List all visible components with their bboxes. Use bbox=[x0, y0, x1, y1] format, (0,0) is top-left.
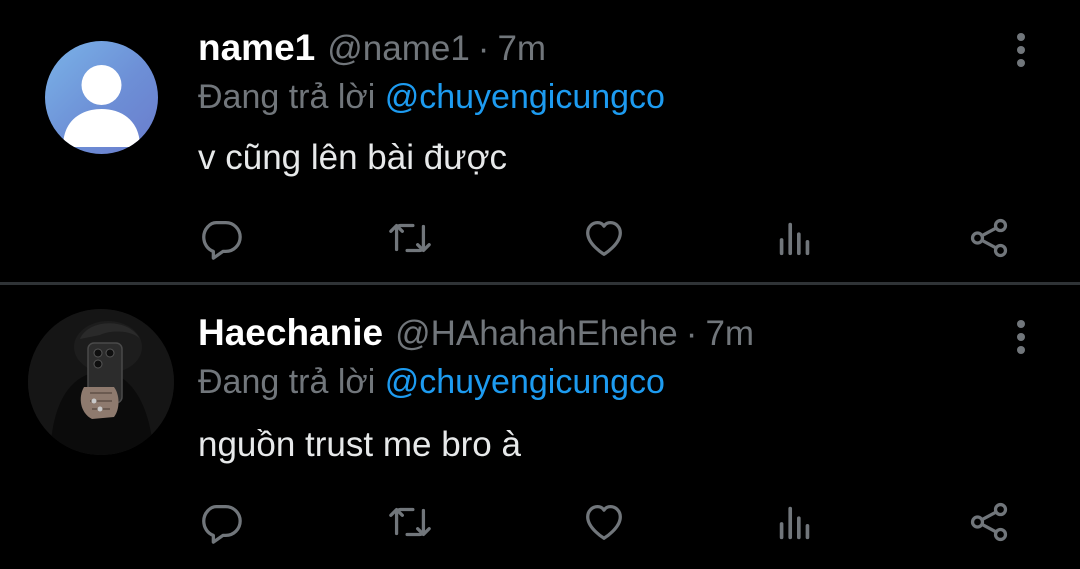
tweet-header: name1 @name1 · 7m bbox=[198, 27, 546, 73]
reply-icon bbox=[202, 505, 242, 544]
replying-to: Đang trả lời @chuyengicungco bbox=[198, 78, 665, 117]
separator: · bbox=[477, 29, 490, 68]
share-icon bbox=[970, 218, 1008, 258]
like-button[interactable] bbox=[581, 215, 627, 261]
replying-to: Đang trả lời @chuyengicungco bbox=[198, 363, 665, 402]
views-button[interactable] bbox=[772, 499, 818, 545]
user-handle[interactable]: @HAhahahEhehe bbox=[395, 314, 678, 354]
share-icon bbox=[970, 502, 1008, 542]
views-button[interactable] bbox=[772, 215, 818, 261]
reply-button[interactable] bbox=[198, 499, 244, 545]
more-options-icon[interactable] bbox=[1004, 315, 1038, 359]
timestamp[interactable]: 7m bbox=[497, 29, 546, 69]
default-avatar-icon bbox=[63, 65, 140, 147]
mention-link[interactable]: @chuyengicungco bbox=[385, 78, 665, 116]
replying-prefix: Đang trả lời bbox=[198, 78, 376, 116]
tweet-card[interactable]: name1 @name1 · 7m Đang trả lời @chuyengi… bbox=[0, 0, 1080, 282]
reply-icon bbox=[202, 221, 242, 260]
timestamp[interactable]: 7m bbox=[705, 314, 754, 354]
mention-link[interactable]: @chuyengicungco bbox=[385, 363, 665, 401]
retweet-button[interactable] bbox=[387, 499, 433, 545]
replying-prefix: Đang trả lời bbox=[198, 363, 376, 401]
retweet-button[interactable] bbox=[387, 215, 433, 261]
display-name[interactable]: Haechanie bbox=[198, 312, 383, 354]
like-icon bbox=[586, 505, 622, 540]
views-icon bbox=[779, 506, 810, 540]
avatar[interactable] bbox=[28, 309, 174, 455]
user-handle[interactable]: @name1 bbox=[327, 29, 470, 69]
display-name[interactable]: name1 bbox=[198, 27, 315, 69]
separator: · bbox=[685, 314, 698, 353]
retweet-icon bbox=[389, 507, 431, 537]
share-button[interactable] bbox=[966, 215, 1012, 261]
tweet-text: v cũng lên bài được bbox=[198, 138, 508, 177]
mirror-selfie-photo bbox=[28, 309, 174, 455]
share-button[interactable] bbox=[966, 499, 1012, 545]
tweet-header: Haechanie @HAhahahEhehe · 7m bbox=[198, 312, 754, 358]
reply-button[interactable] bbox=[198, 215, 244, 261]
tweet-text: nguồn trust me bro à bbox=[198, 425, 521, 464]
like-icon bbox=[586, 221, 622, 256]
like-button[interactable] bbox=[581, 499, 627, 545]
views-icon bbox=[779, 222, 810, 256]
avatar[interactable] bbox=[45, 41, 158, 154]
retweet-icon bbox=[389, 223, 431, 253]
tweet-card[interactable]: Haechanie @HAhahahEhehe · 7m Đang trả lờ… bbox=[0, 285, 1080, 569]
more-options-icon[interactable] bbox=[1004, 28, 1038, 72]
